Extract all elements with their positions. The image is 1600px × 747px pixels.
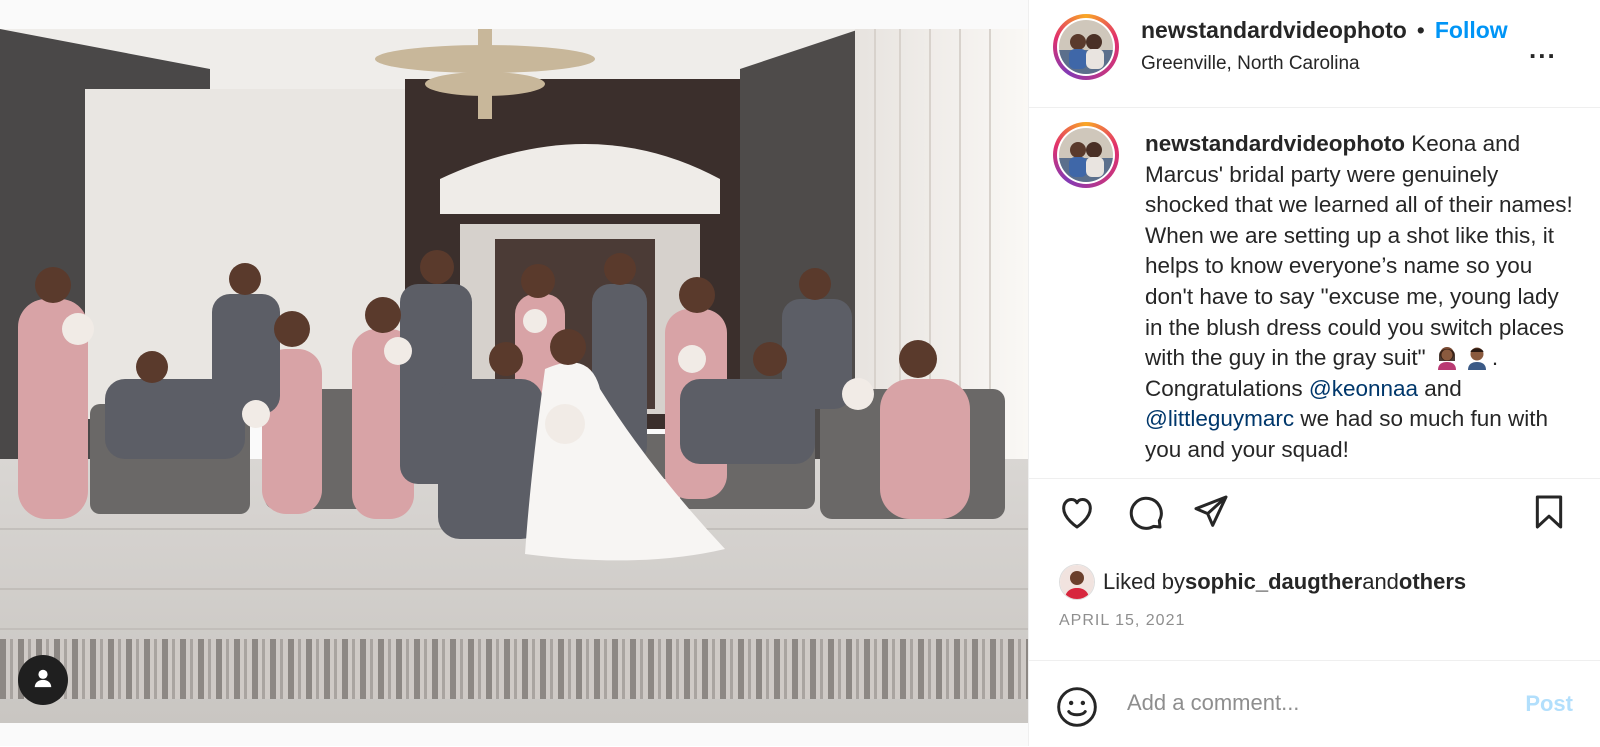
user-tags-button[interactable]	[18, 655, 68, 705]
emoji-picker-button[interactable]	[1055, 685, 1099, 729]
more-options-button[interactable]: ...	[1529, 34, 1557, 65]
liked-by-others[interactable]: others	[1399, 569, 1466, 595]
post-comment-button[interactable]: Post	[1525, 691, 1573, 717]
liker-avatar[interactable]	[1059, 564, 1095, 600]
author-avatar[interactable]	[1053, 14, 1119, 80]
share-button[interactable]	[1189, 492, 1233, 536]
post-sidebar: newstandardvideophoto • Follow Greenvill…	[1028, 0, 1600, 746]
author-username[interactable]: newstandardvideophoto	[1141, 17, 1407, 44]
woman-emoji-icon	[1434, 344, 1460, 371]
caption-username[interactable]: newstandardvideophoto	[1145, 131, 1405, 156]
liker-username[interactable]: sophic_daugther	[1185, 569, 1362, 595]
caption-area: newstandardvideophoto Keona and Marcus' …	[1029, 108, 1600, 479]
likes-summary: Liked by sophic_daugther and others	[1059, 564, 1466, 600]
man-emoji-icon	[1464, 344, 1490, 371]
post-header: newstandardvideophoto • Follow Greenvill…	[1029, 0, 1600, 108]
caption-text: newstandardvideophoto Keona and Marcus' …	[1145, 129, 1581, 466]
comment-input[interactable]	[1125, 689, 1499, 717]
comment-bar: Post	[1029, 660, 1600, 747]
person-icon	[32, 667, 54, 694]
caption-and: and	[1418, 375, 1462, 401]
post-photo[interactable]	[0, 29, 1028, 723]
post-location[interactable]: Greenville, North Carolina	[1141, 53, 1360, 75]
comment-icon	[1125, 492, 1165, 537]
caption-body: Keona and Marcus' bridal party were genu…	[1145, 131, 1573, 371]
comment-button[interactable]	[1123, 492, 1167, 536]
liked-by-prefix: Liked by	[1103, 569, 1185, 594]
dot-separator: •	[1416, 17, 1425, 43]
bookmark-icon	[1529, 492, 1569, 537]
save-button[interactable]	[1527, 492, 1571, 536]
mention-littleguymarc[interactable]: @littleguymarc	[1145, 406, 1294, 431]
action-bar	[1029, 492, 1600, 538]
follow-button[interactable]: Follow	[1435, 17, 1508, 44]
caption-avatar[interactable]	[1053, 122, 1119, 188]
post-date[interactable]: APRIL 15, 2021	[1059, 612, 1185, 630]
paper-plane-icon	[1191, 492, 1231, 537]
smiley-icon	[1055, 687, 1099, 733]
liked-by-and: and	[1362, 569, 1399, 594]
like-button[interactable]	[1055, 492, 1099, 536]
mention-keonnaa[interactable]: @keonnaa	[1309, 376, 1418, 401]
header-username-row: newstandardvideophoto • Follow	[1141, 17, 1508, 44]
photo-pane	[0, 0, 1028, 746]
heart-icon	[1057, 492, 1097, 537]
